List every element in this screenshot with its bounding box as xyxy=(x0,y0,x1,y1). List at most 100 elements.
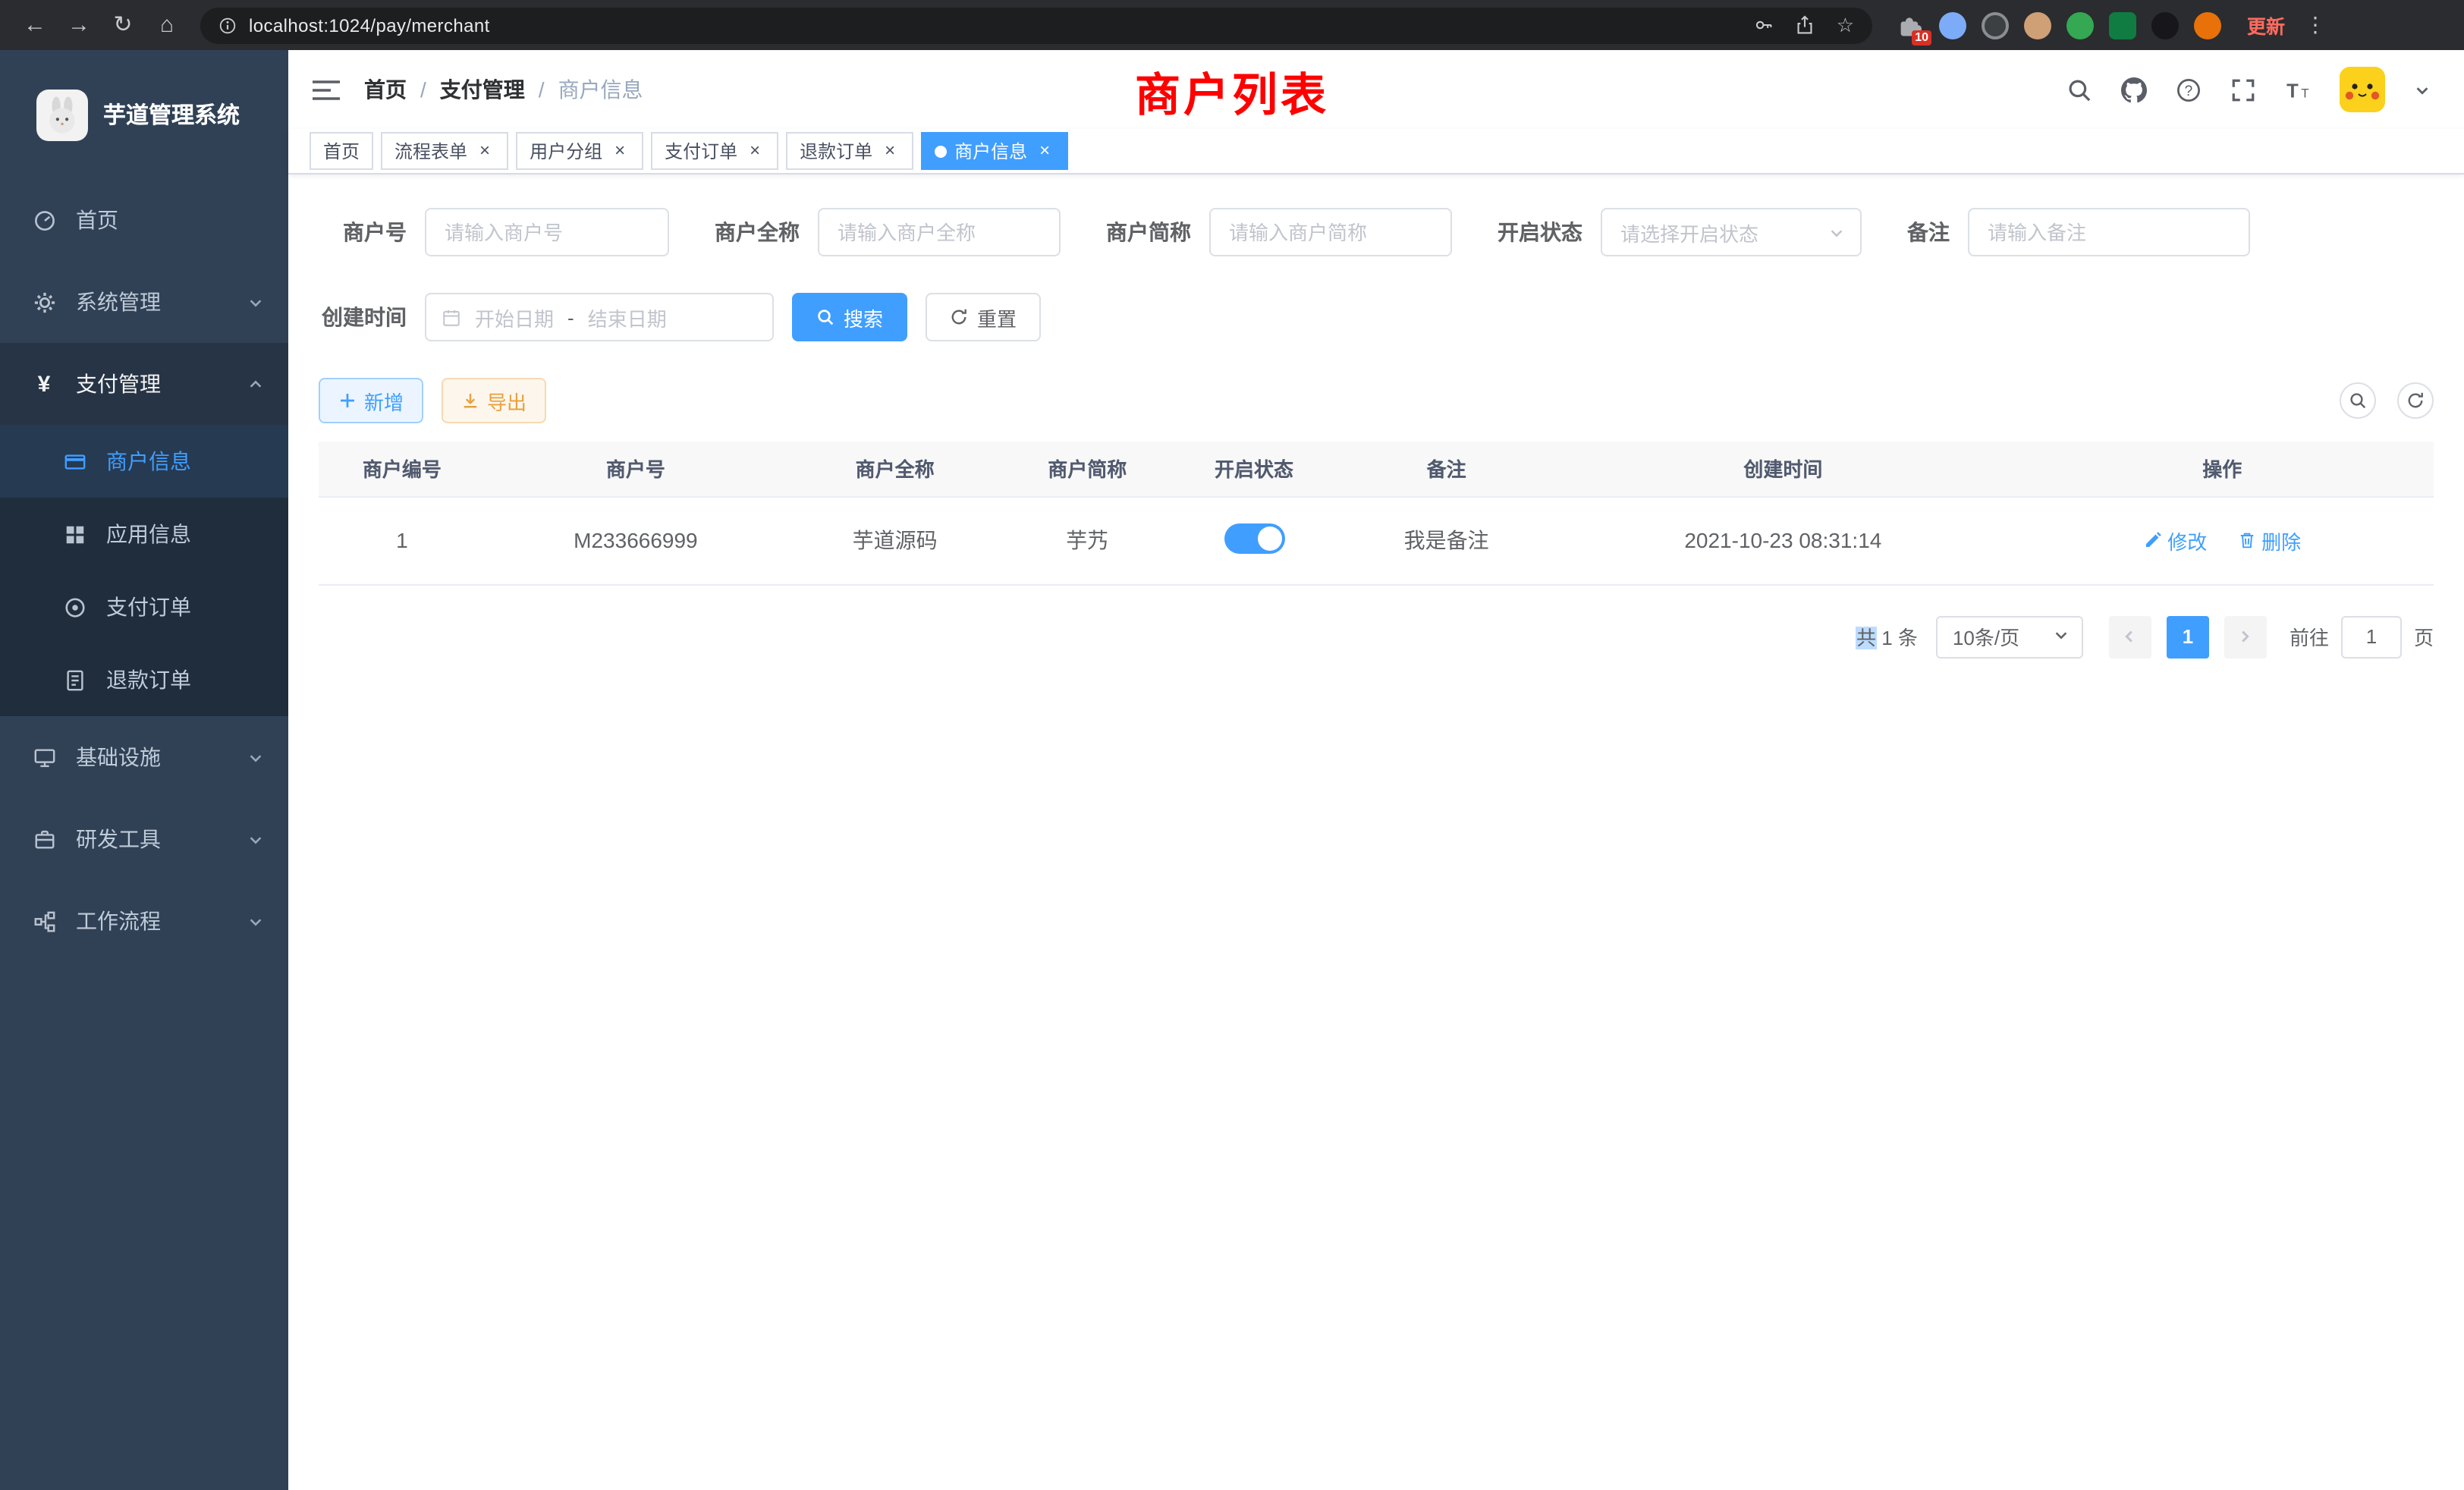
sidebar-item-merchant-info[interactable]: 商户信息 xyxy=(0,425,288,498)
browser-back-button[interactable]: ← xyxy=(15,5,55,45)
cell-remark: 我是备注 xyxy=(1337,496,1555,584)
table-toolbar: 新增 导出 xyxy=(319,378,2434,423)
browser-reload-button[interactable]: ↻ xyxy=(103,5,143,45)
url-text[interactable]: localhost:1024/pay/merchant xyxy=(249,14,490,36)
edit-link[interactable]: 修改 xyxy=(2143,526,2207,555)
filter-row-2: 创建时间 开始日期 - 结束日期 搜索 xyxy=(319,293,2434,341)
extensions-puzzle-icon[interactable]: 10 xyxy=(1897,11,1924,39)
font-size-icon[interactable]: TT xyxy=(2285,77,2311,102)
sidebar-item-pay-order[interactable]: 支付订单 xyxy=(0,571,288,643)
tab-close-icon[interactable]: × xyxy=(475,141,495,161)
extension-drop-icon[interactable] xyxy=(1939,11,1966,39)
remark-input[interactable] xyxy=(1968,208,2250,256)
extension-badge: 10 xyxy=(1912,30,1931,45)
goto-page-input[interactable] xyxy=(2341,615,2402,658)
sidebar-item-label: 系统管理 xyxy=(76,287,161,317)
refresh-icon[interactable] xyxy=(2397,382,2434,419)
sidebar-item-home[interactable]: 首页 xyxy=(0,179,288,261)
help-icon[interactable]: ? xyxy=(2176,77,2202,102)
user-avatar[interactable] xyxy=(2340,67,2385,112)
tab-label: 流程表单 xyxy=(394,138,467,164)
app-navbar: 首页 / 支付管理 / 商户信息 ? xyxy=(288,50,2464,129)
tab-process-form[interactable]: 流程表单 × xyxy=(381,132,508,170)
chevron-down-icon xyxy=(247,749,264,765)
sidebar-item-system[interactable]: 系统管理 xyxy=(0,261,288,343)
payment-submenu: 商户信息 应用信息 支付订单 xyxy=(0,425,288,716)
extension-knot-icon[interactable] xyxy=(2151,11,2179,39)
page-number-button[interactable]: 1 xyxy=(2167,615,2209,658)
monitor-icon xyxy=(30,746,58,769)
create-time-range-picker[interactable]: 开始日期 - 结束日期 xyxy=(425,293,774,341)
fullscreen-icon[interactable] xyxy=(2230,77,2256,102)
status-toggle[interactable] xyxy=(1224,523,1284,553)
create-time-label: 创建时间 xyxy=(319,302,407,332)
extension-avatar-icon[interactable] xyxy=(2024,11,2051,39)
merchant-no-input[interactable] xyxy=(425,208,669,256)
date-start-placeholder: 开始日期 xyxy=(475,303,554,332)
bookmark-star-icon[interactable]: ☆ xyxy=(1837,13,1854,37)
tab-user-group[interactable]: 用户分组 × xyxy=(516,132,643,170)
tab-pay-order[interactable]: 支付订单 × xyxy=(651,132,778,170)
sidebar-item-app-info[interactable]: 应用信息 xyxy=(0,498,288,571)
share-icon[interactable] xyxy=(1796,15,1815,35)
reset-button[interactable]: 重置 xyxy=(926,293,1041,341)
page-info-icon[interactable] xyxy=(218,16,237,34)
sidebar-item-workflow[interactable]: 工作流程 xyxy=(0,880,288,962)
breadcrumb-home[interactable]: 首页 xyxy=(364,74,407,105)
col-status: 开启状态 xyxy=(1171,442,1337,496)
merchant-no-label: 商户号 xyxy=(319,217,407,247)
browser-menu-icon[interactable]: ⋮ xyxy=(2305,12,2326,38)
tab-close-icon[interactable]: × xyxy=(610,141,630,161)
full-name-input[interactable] xyxy=(818,208,1061,256)
sidebar-item-label: 应用信息 xyxy=(106,519,191,549)
credit-card-icon xyxy=(61,450,88,473)
add-button[interactable]: 新增 xyxy=(319,378,423,423)
page-size-select[interactable]: 10条/页 xyxy=(1936,615,2083,658)
github-icon[interactable] xyxy=(2121,77,2147,102)
hamburger-icon[interactable] xyxy=(313,78,340,101)
toggle-search-icon[interactable] xyxy=(2340,382,2376,419)
profile-avatar-icon[interactable] xyxy=(2194,11,2221,39)
search-icon[interactable] xyxy=(2066,77,2092,102)
short-name-input[interactable] xyxy=(1209,208,1452,256)
address-bar[interactable]: localhost:1024/pay/merchant ☆ xyxy=(200,7,1872,43)
extension-sheet-icon[interactable] xyxy=(2109,11,2136,39)
tab-close-icon[interactable]: × xyxy=(1035,141,1054,161)
next-page-button[interactable] xyxy=(2224,615,2267,658)
search-button[interactable]: 搜索 xyxy=(792,293,907,341)
sidebar-item-label: 商户信息 xyxy=(106,446,191,476)
export-button[interactable]: 导出 xyxy=(442,378,546,423)
sidebar-logo[interactable]: 芋道管理系统 xyxy=(0,50,288,179)
tab-close-icon[interactable]: × xyxy=(745,141,765,161)
date-end-placeholder: 结束日期 xyxy=(588,303,667,332)
browser-home-button[interactable]: ⌂ xyxy=(147,5,187,45)
extension-dark-icon[interactable] xyxy=(1982,11,2009,39)
grid-icon xyxy=(61,523,88,545)
prev-page-button[interactable] xyxy=(2109,615,2151,658)
pagination-total-rest: 1 条 xyxy=(1876,627,1918,649)
page: ← → ↻ ⌂ localhost:1024/pay/merchant ☆ 10 xyxy=(0,0,2464,1490)
chevron-down-icon xyxy=(247,294,264,310)
toolbox-icon xyxy=(30,828,58,850)
tab-merchant-info[interactable]: 商户信息 × xyxy=(921,132,1068,170)
tab-home[interactable]: 首页 xyxy=(310,132,373,170)
delete-link[interactable]: 删除 xyxy=(2237,526,2301,555)
sidebar-item-dev-tools[interactable]: 研发工具 xyxy=(0,798,288,880)
password-key-icon[interactable] xyxy=(1755,15,1774,35)
breadcrumb-payment[interactable]: 支付管理 xyxy=(440,74,525,105)
browser-forward-button[interactable]: → xyxy=(59,5,99,45)
avatar-caret-down-icon[interactable] xyxy=(2414,81,2431,98)
sidebar-item-payment[interactable]: ¥ 支付管理 xyxy=(0,343,288,425)
dashboard-icon xyxy=(30,209,58,231)
sidebar-item-label: 支付订单 xyxy=(106,592,191,622)
sidebar-item-infrastructure[interactable]: 基础设施 xyxy=(0,716,288,798)
sidebar-item-refund-order[interactable]: 退款订单 xyxy=(0,643,288,716)
tab-close-icon[interactable]: × xyxy=(880,141,900,161)
delete-link-label: 删除 xyxy=(2261,526,2301,555)
tab-refund-order[interactable]: 退款订单 × xyxy=(786,132,913,170)
browser-update-button[interactable]: 更新 xyxy=(2247,11,2285,39)
breadcrumb-separator: / xyxy=(420,77,426,102)
cell-create-time: 2021-10-23 08:31:14 xyxy=(1555,496,2010,584)
status-select[interactable]: 请选择开启状态 xyxy=(1601,208,1862,256)
extension-green-icon[interactable] xyxy=(2066,11,2094,39)
